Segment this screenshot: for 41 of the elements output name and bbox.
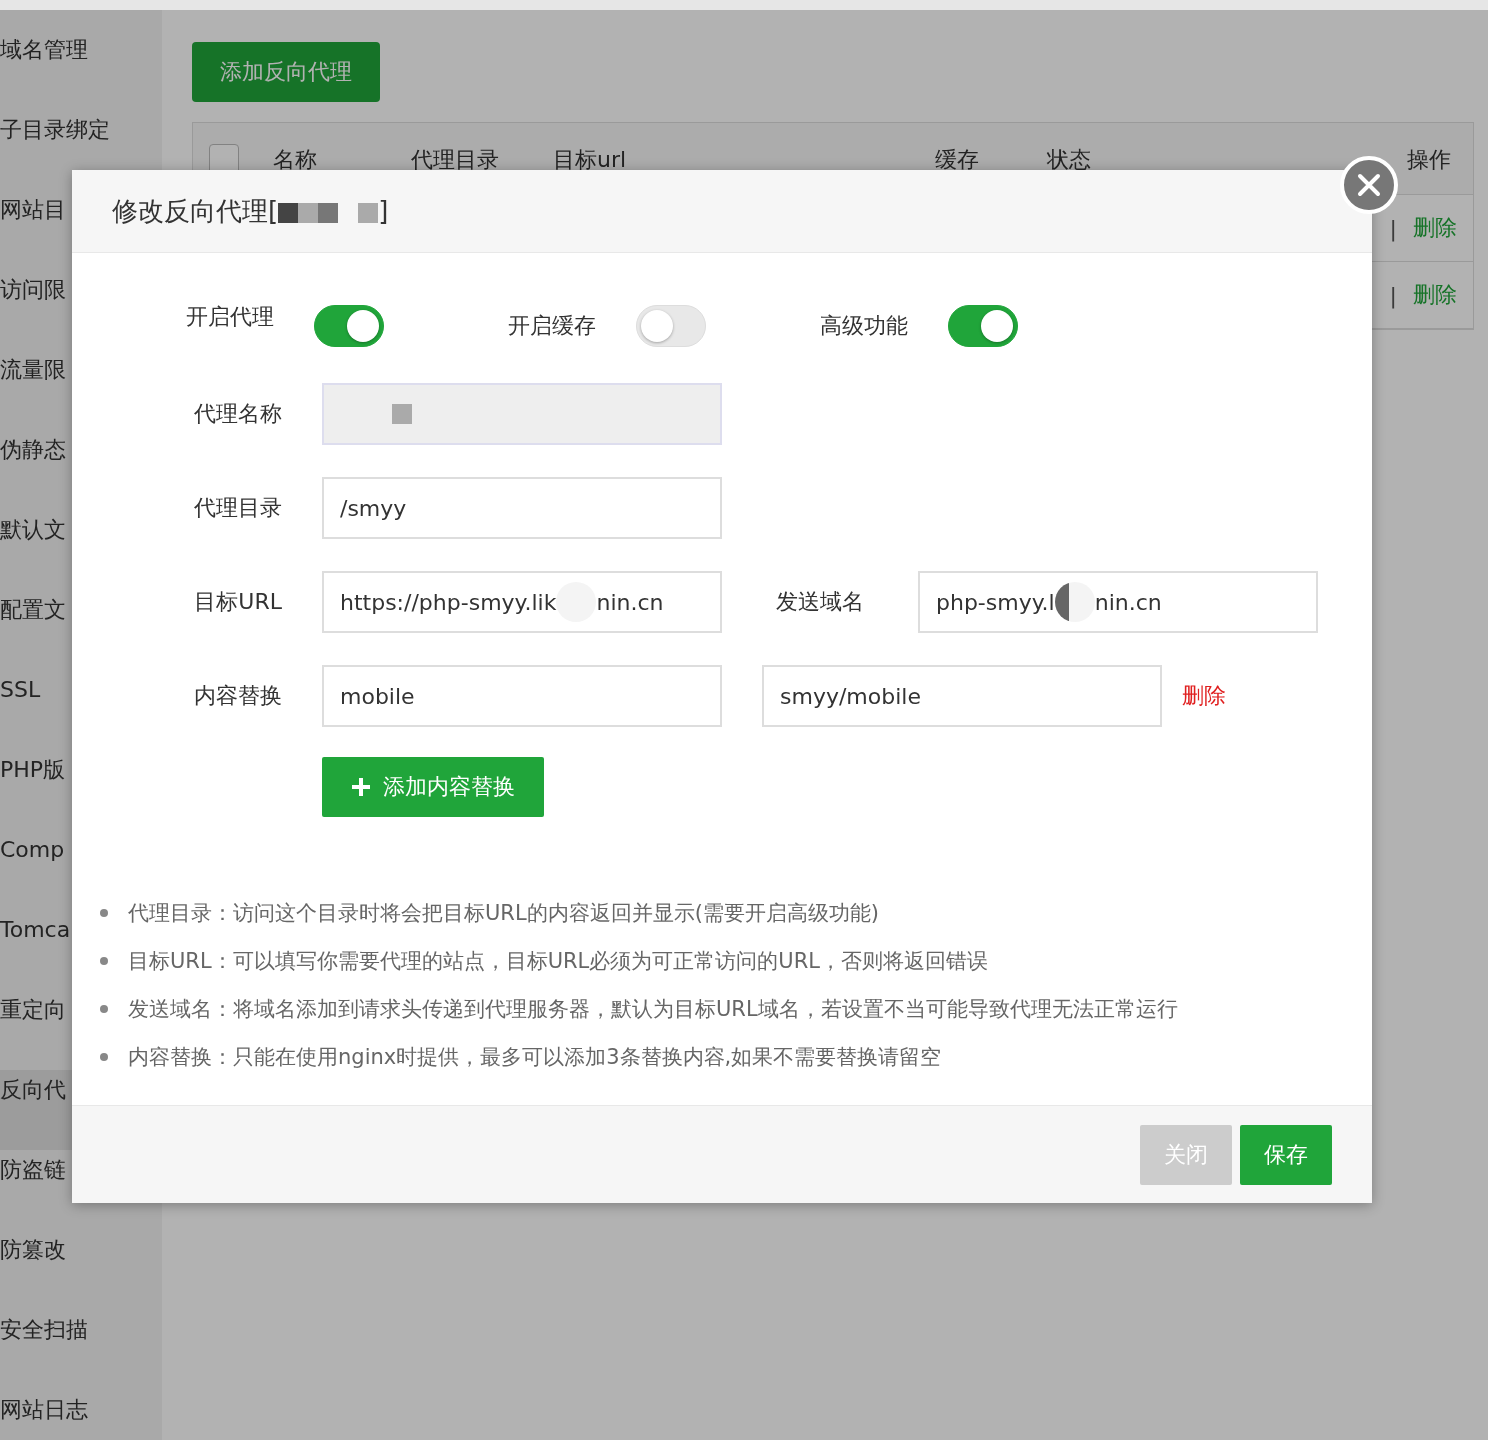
bullet-icon: [100, 1005, 108, 1013]
column-header: 状态: [1047, 146, 1091, 174]
toggle-switch[interactable]: [314, 305, 384, 347]
sidebar-item[interactable]: 安全扫描: [0, 1310, 162, 1390]
column-header: 目标url: [553, 146, 627, 174]
column-header: 名称: [273, 146, 317, 174]
sidebar-item[interactable]: 域名管理: [0, 30, 162, 110]
sidebar-item[interactable]: 网站日志: [0, 1390, 162, 1440]
separator-text: |: [1389, 215, 1397, 241]
separator-text: |: [1389, 282, 1397, 308]
toggle-label: 开启缓存: [508, 312, 596, 340]
toggle-switch[interactable]: [948, 305, 1018, 347]
bullet-icon: [100, 909, 108, 917]
input-field[interactable]: https://php-smyy.lik nin.cn: [322, 571, 722, 633]
field-label: 发送域名: [775, 588, 865, 616]
sidebar-item[interactable]: 防篡改: [0, 1230, 162, 1310]
field-label: 代理名称: [193, 400, 283, 428]
help-note: 代理目录：访问这个目录时将会把目标URL的内容返回并显示(需要开启高级功能): [128, 900, 880, 927]
column-header: 代理目录: [411, 146, 499, 174]
help-note: 目标URL：可以填写你需要代理的站点，目标URL必须为可正常访问的URL，否则将返回错误: [128, 948, 988, 975]
bullet-icon: [100, 1053, 108, 1061]
help-note: 发送域名：将域名添加到请求头传递到代理服务器，默认为目标URL域名，若设置不当可能导致代理无法正常运行: [128, 996, 1178, 1023]
help-note: 内容替换：只能在使用nginx时提供，最多可以添加3条替换内容,如果不需要替换请留空: [128, 1044, 942, 1071]
dialog-title: 修改反向代理[: [112, 194, 279, 228]
column-header: 缓存: [935, 146, 979, 174]
field-label: 代理目录: [193, 494, 283, 522]
toggle-label: 高级功能: [820, 312, 908, 340]
input-field[interactable]: php-smyy.l nin.cn: [918, 571, 1318, 633]
column-header: 操作: [1407, 146, 1451, 174]
input-field[interactable]: /smyy: [322, 477, 722, 539]
input-field[interactable]: smyy/mobile: [762, 665, 1162, 727]
bullet-icon: [100, 957, 108, 965]
toggle-label: 开启代理: [186, 303, 274, 331]
input-field[interactable]: mobile: [322, 665, 722, 727]
plus-icon: [351, 777, 371, 797]
dialog-title: ]: [378, 196, 389, 226]
field-label: 目标URL: [193, 588, 283, 616]
field-label: 内容替换: [193, 682, 283, 710]
input-field[interactable]: [322, 383, 722, 445]
close-icon[interactable]: [1340, 156, 1398, 214]
delete-link[interactable]: 删除: [1182, 681, 1226, 711]
